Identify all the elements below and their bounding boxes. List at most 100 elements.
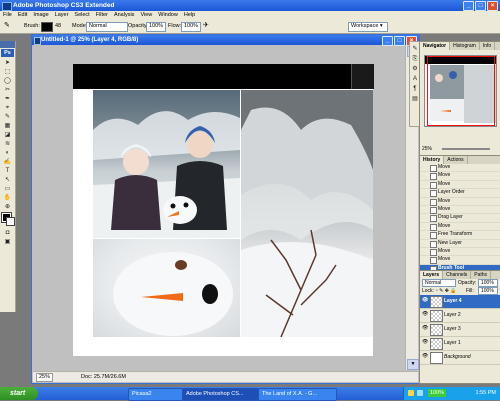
tab-histogram[interactable]: Histogram [450,42,480,50]
history-item[interactable]: Layer Order [420,189,500,198]
menu-image[interactable]: Image [30,11,51,20]
navigator-view-box[interactable] [427,56,495,126]
quick-mask-icon[interactable]: ◘ [2,229,13,237]
menu-filter[interactable]: Filter [93,11,111,20]
menu-analysis[interactable]: Analysis [111,11,137,20]
layer-opacity-input[interactable]: 100% [478,279,498,287]
crop-tool-icon[interactable]: ✂ [2,86,13,94]
document-title-bar[interactable]: Untitled-1 @ 25% (Layer 4, RGB/8) _ □ × [32,35,419,46]
color-swatches [0,212,15,229]
history-item[interactable]: Move [420,223,500,232]
maximize-button[interactable]: □ [475,1,486,11]
doc-minimize-button[interactable]: _ [382,36,393,46]
minimize-button[interactable]: _ [463,1,474,11]
zoom-field[interactable]: 25% [36,373,54,382]
flow-input[interactable]: 100% [181,22,201,32]
fill-input[interactable]: 100% [478,287,498,295]
history-state-icon [430,215,437,223]
history-item[interactable]: Drag Layer [420,214,500,223]
screen-mode-icon[interactable]: ▣ [2,238,13,246]
airbrush-icon[interactable]: ✈ [203,22,209,30]
start-button[interactable]: start [0,387,38,400]
history-item[interactable]: Move [420,256,500,265]
tab-paths[interactable]: Paths [471,271,492,279]
pen-tool-icon[interactable]: ✍ [2,158,13,166]
menu-help[interactable]: Help [181,11,198,20]
menu-view[interactable]: View [137,11,155,20]
battery-indicator[interactable]: 100% [428,389,446,397]
workspace-button[interactable]: Workspace ▾ [348,22,388,32]
menu-edit[interactable]: Edit [15,11,30,20]
canvas-area[interactable] [33,46,405,370]
tab-info[interactable]: Info [480,42,496,50]
tools-panel-header[interactable] [0,41,15,48]
brush-tool-icon[interactable]: ✎ [4,22,10,30]
tab-actions[interactable]: Actions [444,156,468,164]
layer-row[interactable]: 👁 Layer 4 [420,295,500,309]
eye-icon[interactable]: 👁 [422,326,428,331]
history-item[interactable]: Free Transform [420,231,500,240]
lock-icons[interactable]: ▫ ✎ ✥ 🔒 [436,287,457,295]
hand-tool-icon[interactable]: ✋ [2,194,13,202]
type-tool-icon[interactable]: T [2,167,13,175]
menu-file[interactable]: File [0,11,15,20]
navigator-zoom[interactable]: 25% [422,145,432,153]
healing-tool-icon[interactable]: ⌖ [2,104,13,112]
tab-history[interactable]: History [420,156,445,164]
history-item[interactable]: Move [420,206,500,215]
doc-size-info[interactable]: Doc: 25.7M/26.6M [81,372,126,382]
menu-select[interactable]: Select [71,11,92,20]
navigator-thumbnail[interactable] [424,55,497,127]
tab-navigator[interactable]: Navigator [420,42,451,50]
brush-preset-picker[interactable] [41,22,53,32]
fill-label: Fill: [466,288,474,294]
background-color-chip[interactable] [6,217,15,226]
tray-volume-icon[interactable] [417,390,423,396]
eyedropper-tool-icon[interactable]: ✒ [2,95,13,103]
tab-layers[interactable]: Layers [420,271,444,279]
blend-mode-select[interactable]: Normal [422,279,456,287]
path-selection-tool-icon[interactable]: ↖ [2,176,13,184]
brush-tool-icon-panel[interactable]: ✎ [2,113,13,121]
history-item[interactable]: Move [420,248,500,257]
eye-icon[interactable]: 👁 [422,298,428,303]
layer-row[interactable]: 👁 Layer 3 [420,323,500,337]
history-item[interactable]: Move [420,198,500,206]
document-canvas[interactable] [73,64,374,356]
history-item[interactable]: Move [420,164,500,173]
doc-maximize-button[interactable]: □ [394,36,405,46]
eraser-tool-icon[interactable]: ◪ [2,131,13,139]
tray-network-icon[interactable] [408,390,414,396]
history-item[interactable]: New Layer [420,240,500,248]
taskbar-item-picasa[interactable]: Picasa2 [128,388,183,401]
dodge-tool-icon[interactable]: ◐ [2,149,13,157]
history-state-icon [430,257,437,265]
tab-channels[interactable]: Channels [443,271,472,279]
mode-select[interactable]: Normal [86,22,128,32]
layer-row[interactable]: 👁 Background [420,351,500,365]
gradient-tool-icon[interactable]: ≋ [2,140,13,148]
zoom-tool-icon[interactable]: ⊕ [2,203,13,211]
navigator-zoom-slider[interactable] [442,148,490,150]
eye-icon[interactable]: 👁 [422,340,428,345]
move-tool-icon[interactable]: ➤ [2,59,13,67]
black-banner-tab [351,64,374,89]
layers-list: 👁 Layer 4 👁 Layer 2 👁 Layer 3 👁 Layer 1 👁 Backgro… [420,295,500,365]
history-item[interactable]: Move [420,181,500,190]
scroll-down-icon[interactable]: ▼ [407,359,419,370]
eye-icon[interactable]: 👁 [422,312,428,317]
menu-window[interactable]: Window [155,11,181,20]
eye-icon[interactable]: 👁 [422,354,428,359]
history-item[interactable]: Move [420,172,500,181]
close-button[interactable]: × [487,1,498,11]
taskbar-item-photoshop[interactable]: Adobe Photoshop CS... [182,388,259,401]
layer-row[interactable]: 👁 Layer 2 [420,309,500,323]
layer-row[interactable]: 👁 Layer 1 [420,337,500,351]
shape-tool-icon[interactable]: ▭ [2,185,13,193]
marquee-tool-icon[interactable]: ⬚ [2,68,13,76]
stamp-tool-icon[interactable]: ▦ [2,122,13,130]
opacity-input[interactable]: 100% [146,22,166,32]
lasso-tool-icon[interactable]: ◯ [2,77,13,85]
menu-layer[interactable]: Layer [52,11,72,20]
taskbar-item-browser[interactable]: The Land of X.A. - G... [258,388,337,401]
